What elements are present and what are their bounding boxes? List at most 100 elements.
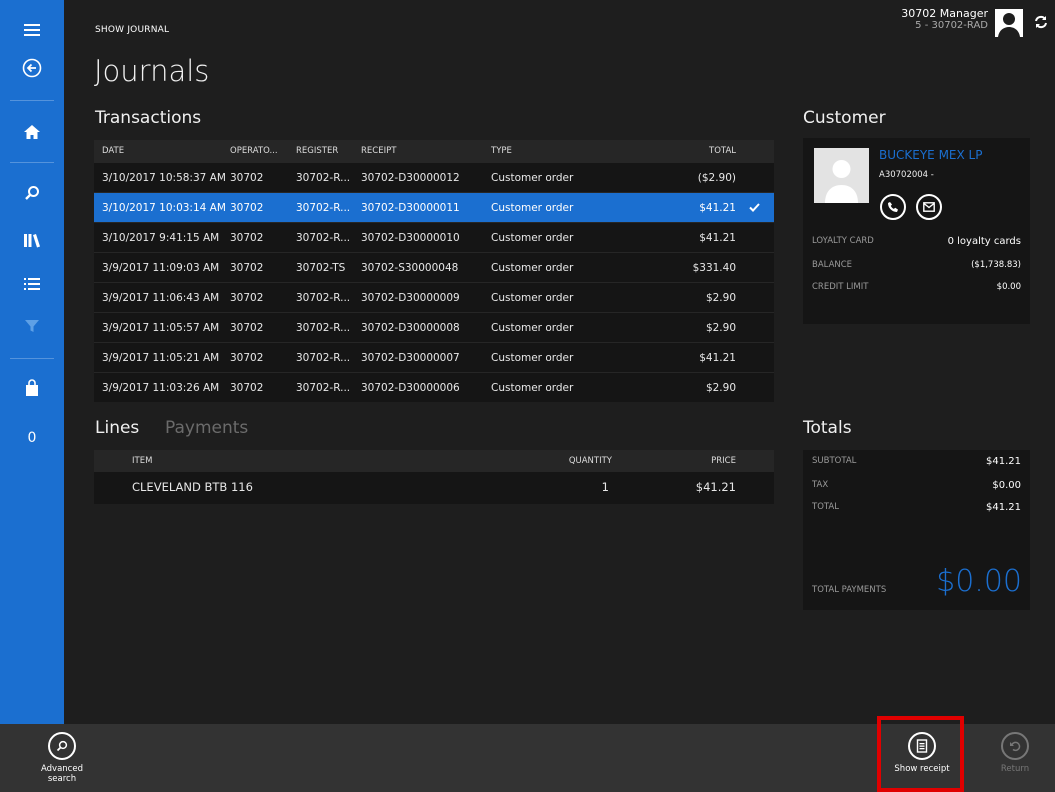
line-quantity: 1 — [601, 480, 609, 494]
col-date[interactable]: DATE — [102, 140, 124, 162]
row-type: Customer order — [491, 201, 574, 214]
user-info[interactable]: 30702 Manager 5 - 30702-RAD — [901, 7, 988, 31]
transactions-table: DATE OPERATO... REGISTER RECEIPT TYPE TO… — [94, 140, 774, 402]
checkmark-icon — [749, 193, 760, 222]
total-payments-value: $0.00 — [936, 564, 1022, 599]
row-register: 30702-R... — [296, 231, 351, 244]
total-payments-row: TOTAL PAYMENTS — [812, 585, 886, 595]
row-receipt: 30702-D30000007 — [361, 351, 460, 364]
totals-title: Totals — [803, 418, 852, 438]
home-icon[interactable] — [0, 112, 64, 152]
col-receipt[interactable]: RECEIPT — [361, 140, 396, 162]
transaction-row[interactable]: 3/9/2017 11:06:43 AM 30702 30702-R... 30702… — [94, 282, 774, 312]
row-register: 30702-R... — [296, 201, 351, 214]
breadcrumb: SHOW JOURNAL — [95, 25, 170, 35]
row-total: ($2.90) — [697, 171, 736, 184]
loyalty-card-value: 0 loyalty cards — [947, 236, 1021, 247]
transaction-row[interactable]: 3/9/2017 11:05:57 AM 30702 30702-R... 30702… — [94, 312, 774, 342]
row-total: $2.90 — [705, 291, 736, 304]
row-type: Customer order — [491, 171, 574, 184]
credit-limit-row: CREDIT LIMIT $0.00 — [812, 282, 1021, 292]
products-icon[interactable] — [0, 220, 64, 260]
row-date: 3/9/2017 11:03:26 AM — [102, 381, 220, 394]
customer-account: A30702004 - — [879, 170, 934, 180]
row-type: Customer order — [491, 261, 574, 274]
row-date: 3/9/2017 11:06:43 AM — [102, 291, 220, 304]
subtotal-label: SUBTOTAL — [812, 456, 857, 466]
transaction-row[interactable]: 3/9/2017 11:09:03 AM 30702 30702-TS 30702-S… — [94, 252, 774, 282]
user-avatar-icon[interactable] — [995, 9, 1023, 37]
row-operator: 30702 — [230, 261, 264, 274]
row-register: 30702-R... — [296, 381, 351, 394]
line-row[interactable]: CLEVELAND BTB 116 1 $41.21 — [94, 472, 774, 502]
row-date: 3/9/2017 11:09:03 AM — [102, 261, 220, 274]
transaction-row[interactable]: 3/9/2017 11:03:26 AM 30702 30702-R... 30702… — [94, 372, 774, 402]
filter-icon — [0, 306, 64, 346]
totals-panel: SUBTOTAL $41.21 TAX $0.00 TOTAL $41.21 T… — [803, 450, 1030, 610]
line-item: CLEVELAND BTB 116 — [132, 480, 253, 494]
sidebar-divider — [10, 358, 54, 359]
transaction-row[interactable]: 3/10/2017 9:41:15 AM 30702 30702-R... 30702… — [94, 222, 774, 252]
customer-avatar-icon — [814, 148, 869, 203]
row-receipt: 30702-D30000011 — [361, 201, 460, 214]
row-register: 30702-R... — [296, 291, 351, 304]
row-operator: 30702 — [230, 381, 264, 394]
total-payments-label: TOTAL PAYMENTS — [812, 585, 887, 595]
search-icon[interactable] — [0, 173, 64, 213]
transaction-row[interactable]: 3/9/2017 11:05:21 AM 30702 30702-R... 30702… — [94, 342, 774, 372]
customer-panel: BUCKEYE MEX LP A30702004 - LOYALTY CARD … — [803, 138, 1030, 324]
lines-header: ITEM QUANTITY PRICE — [94, 450, 774, 472]
lines-table: ITEM QUANTITY PRICE CLEVELAND BTB 116 1 … — [94, 450, 774, 504]
loyalty-card-label: LOYALTY CARD — [812, 236, 874, 246]
credit-limit-value: $0.00 — [996, 282, 1021, 292]
row-operator: 30702 — [230, 231, 264, 244]
transaction-row[interactable]: 3/10/2017 10:03:14 AM 30702 30702-R... 3070… — [94, 192, 774, 222]
refresh-icon[interactable] — [1034, 14, 1048, 33]
row-date: 3/9/2017 11:05:57 AM — [102, 321, 220, 334]
row-type: Customer order — [491, 321, 574, 334]
row-type: Customer order — [491, 291, 574, 304]
row-total: $2.90 — [705, 381, 736, 394]
row-type: Customer order — [491, 381, 574, 394]
cart-count-value: 0 — [27, 430, 37, 446]
user-name: 30702 Manager — [901, 7, 988, 20]
subtotal-row: SUBTOTAL $41.21 — [812, 456, 1021, 467]
back-arrow-icon[interactable] — [0, 48, 64, 88]
col-item[interactable]: ITEM — [132, 450, 152, 472]
col-type[interactable]: TYPE — [491, 140, 512, 162]
col-total[interactable]: TOTAL — [709, 140, 736, 162]
shopping-bag-icon[interactable] — [0, 368, 64, 408]
customer-name[interactable]: BUCKEYE MEX LP — [879, 148, 982, 162]
phone-icon[interactable] — [880, 194, 906, 220]
advanced-search-button[interactable]: Advanced search — [37, 732, 87, 784]
col-price[interactable]: PRICE — [711, 450, 736, 472]
customer-title: Customer — [803, 108, 886, 128]
balance-value: ($1,738.83) — [971, 260, 1021, 270]
list-icon[interactable] — [0, 264, 64, 304]
highlight-box — [877, 716, 964, 792]
row-date: 3/9/2017 11:05:21 AM — [102, 351, 220, 364]
row-receipt: 30702-D30000008 — [361, 321, 460, 334]
col-quantity[interactable]: QUANTITY — [569, 450, 612, 472]
return-label: Return — [1000, 764, 1030, 774]
row-total: $41.21 — [699, 351, 736, 364]
row-receipt: 30702-D30000006 — [361, 381, 460, 394]
cart-count[interactable]: 0 — [0, 418, 64, 458]
hamburger-menu-icon[interactable] — [0, 10, 64, 50]
loyalty-card-row: LOYALTY CARD 0 loyalty cards — [812, 236, 1021, 247]
tab-lines[interactable]: Lines — [95, 418, 139, 438]
row-total: $2.90 — [705, 321, 736, 334]
row-total: $41.21 — [699, 231, 736, 244]
row-date: 3/10/2017 10:58:37 AM — [102, 171, 226, 184]
total-value: $41.21 — [986, 502, 1021, 513]
transactions-title: Transactions — [95, 108, 202, 128]
tab-payments[interactable]: Payments — [165, 418, 248, 438]
col-operator[interactable]: OPERATO... — [230, 140, 278, 162]
transaction-row[interactable]: 3/10/2017 10:58:37 AM 30702 30702-R... 3070… — [94, 162, 774, 192]
credit-limit-label: CREDIT LIMIT — [812, 282, 869, 292]
tax-row: TAX $0.00 — [812, 480, 1021, 491]
row-date: 3/10/2017 10:03:14 AM — [102, 201, 226, 214]
email-icon[interactable] — [916, 194, 942, 220]
tax-label: TAX — [812, 480, 829, 490]
col-register[interactable]: REGISTER — [296, 140, 338, 162]
